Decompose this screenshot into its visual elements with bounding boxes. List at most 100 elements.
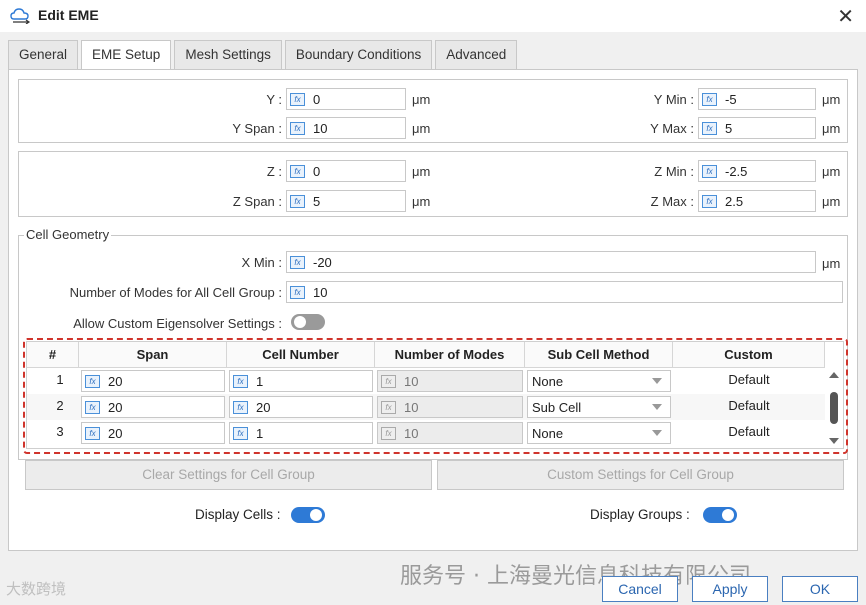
watermark-corner: 大数跨境 [6, 580, 67, 598]
col-header-sub-cell-method: Sub Cell Method [525, 342, 673, 368]
y-min-field[interactable]: fx -5 [698, 88, 816, 110]
table-row[interactable]: 1 fx 20 fx 1 fx 10 None Default [27, 368, 825, 394]
tab-mesh-settings[interactable]: Mesh Settings [174, 40, 282, 70]
fx-icon: fx [381, 374, 396, 388]
fx-icon[interactable]: fx [290, 285, 305, 299]
x-min-unit: μm [822, 256, 841, 271]
allow-custom-toggle[interactable] [291, 314, 325, 330]
fx-icon[interactable]: fx [290, 164, 305, 178]
fx-icon: fx [381, 400, 396, 414]
ok-button[interactable]: OK [782, 576, 858, 602]
cell-group-table: # Span Cell Number Number of Modes Sub C… [26, 341, 844, 449]
close-icon[interactable]: ✕ [837, 4, 854, 29]
z-max-label: Z Max : [650, 194, 694, 209]
z-max-unit: μm [822, 194, 841, 209]
y-span-label: Y Span : [232, 121, 282, 136]
col-header-num: # [27, 342, 79, 368]
span-cell[interactable]: fx 20 [81, 370, 225, 392]
clear-settings-button[interactable]: Clear Settings for Cell Group [25, 460, 432, 490]
table-row[interactable]: 3 fx 20 fx 1 fx 10 None Default [27, 420, 825, 446]
fx-icon[interactable]: fx [233, 400, 248, 414]
num-modes-field[interactable]: fx 10 [286, 281, 843, 303]
chevron-down-icon[interactable] [652, 430, 662, 436]
z-unit: μm [412, 164, 431, 179]
cell-geometry-title: Cell Geometry [24, 227, 112, 242]
y-min-unit: μm [822, 92, 841, 107]
tab-general[interactable]: General [8, 40, 79, 70]
tab-advanced[interactable]: Advanced [435, 40, 518, 70]
x-min-field[interactable]: fx -20 [286, 251, 816, 273]
fx-icon[interactable]: fx [85, 374, 100, 388]
display-cells-label: Display Cells : [195, 507, 281, 522]
tab-boundary-conditions[interactable]: Boundary Conditions [284, 40, 433, 70]
modes-cell: fx 10 [377, 396, 523, 418]
z-span-unit: μm [412, 194, 431, 209]
col-header-span: Span [79, 342, 227, 368]
z-label: Z : [266, 164, 282, 179]
fx-icon[interactable]: fx [85, 426, 100, 440]
fx-icon[interactable]: fx [233, 426, 248, 440]
modes-cell: fx 10 [377, 422, 523, 444]
sub-cell-method-select[interactable]: Sub Cell [527, 396, 671, 418]
tab-eme-setup[interactable]: EME Setup [81, 40, 172, 71]
cell-number-cell[interactable]: fx 1 [229, 370, 373, 392]
fx-icon: fx [381, 426, 396, 440]
title-bar: Edit EME ✕ [0, 0, 866, 32]
z-span-label: Z Span : [232, 194, 282, 209]
y-span-field[interactable]: fx 10 [286, 117, 406, 139]
fx-icon[interactable]: fx [233, 374, 248, 388]
z-span-field[interactable]: fx 5 [286, 190, 406, 212]
display-cells-toggle[interactable] [291, 507, 325, 523]
z-min-field[interactable]: fx -2.5 [698, 160, 816, 182]
fx-icon[interactable]: fx [702, 194, 717, 208]
custom-cell: Default [728, 372, 770, 387]
app-icon [10, 8, 31, 24]
y-max-field[interactable]: fx 5 [698, 117, 816, 139]
custom-cell: Default [728, 424, 770, 439]
row-number: 2 [56, 398, 64, 413]
custom-settings-button[interactable]: Custom Settings for Cell Group [437, 460, 844, 490]
chevron-down-icon[interactable] [652, 378, 662, 384]
span-cell[interactable]: fx 20 [81, 422, 225, 444]
table-scrollbar[interactable] [825, 368, 843, 448]
apply-button[interactable]: Apply [692, 576, 768, 602]
cell-number-cell[interactable]: fx 1 [229, 422, 373, 444]
sub-cell-method-select[interactable]: None [527, 422, 671, 444]
table-row[interactable]: 2 fx 20 fx 20 fx 10 Sub Cell Default [27, 394, 825, 420]
z-max-field[interactable]: fx 2.5 [698, 190, 816, 212]
fx-icon[interactable]: fx [702, 164, 717, 178]
cell-number-cell[interactable]: fx 20 [229, 396, 373, 418]
z-field[interactable]: fx 0 [286, 160, 406, 182]
y-span-unit: μm [412, 121, 431, 136]
y-max-label: Y Max : [650, 121, 694, 136]
row-number: 3 [56, 424, 64, 439]
scroll-down-icon[interactable] [829, 438, 839, 444]
y-unit: μm [412, 92, 431, 107]
cancel-button[interactable]: Cancel [602, 576, 678, 602]
window-title: Edit EME [38, 7, 99, 23]
modes-cell: fx 10 [377, 370, 523, 392]
display-groups-toggle[interactable] [703, 507, 737, 523]
fx-icon[interactable]: fx [702, 92, 717, 106]
fx-icon[interactable]: fx [290, 92, 305, 106]
allow-custom-label: Allow Custom Eigensolver Settings : [73, 316, 282, 331]
x-min-label: X Min : [241, 255, 282, 270]
span-cell[interactable]: fx 20 [81, 396, 225, 418]
custom-cell: Default [728, 398, 770, 413]
fx-icon[interactable]: fx [702, 121, 717, 135]
fx-icon[interactable]: fx [290, 121, 305, 135]
scroll-thumb[interactable] [830, 392, 838, 424]
tab-bar: General EME Setup Mesh Settings Boundary… [8, 40, 520, 71]
row-number: 1 [56, 372, 64, 387]
col-header-custom: Custom [673, 342, 825, 368]
fx-icon[interactable]: fx [290, 194, 305, 208]
sub-cell-method-select[interactable]: None [527, 370, 671, 392]
display-groups-label: Display Groups : [590, 507, 690, 522]
fx-icon[interactable]: fx [85, 400, 100, 414]
chevron-down-icon[interactable] [652, 404, 662, 410]
fx-icon[interactable]: fx [290, 255, 305, 269]
z-min-label: Z Min : [654, 164, 694, 179]
y-field[interactable]: fx 0 [286, 88, 406, 110]
scroll-up-icon[interactable] [829, 372, 839, 378]
y-max-unit: μm [822, 121, 841, 136]
